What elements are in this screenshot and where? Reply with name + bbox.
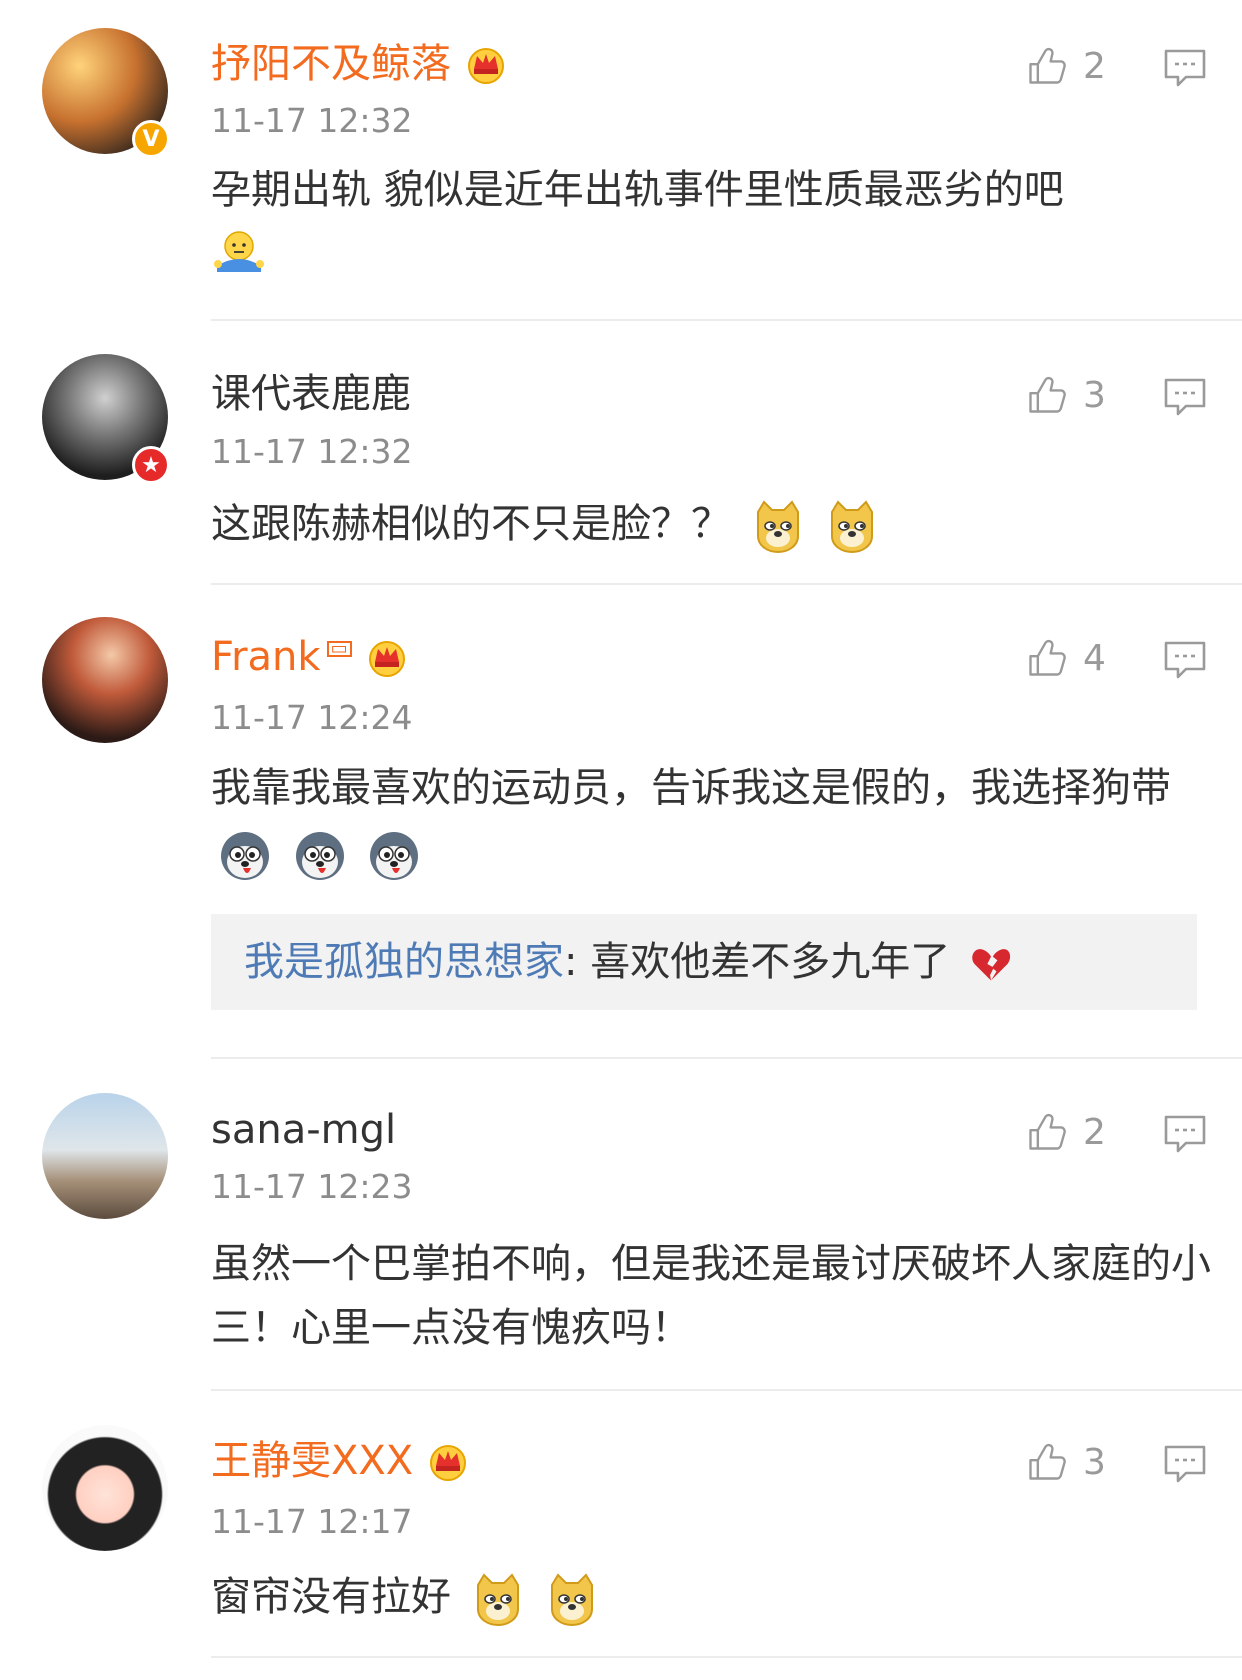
doge-emoji-icon [470, 1571, 526, 1627]
husky-emoji-icon [292, 826, 348, 882]
comment-time: 11-17 12:24 [211, 698, 413, 737]
like-button[interactable]: 3 [1025, 1440, 1106, 1484]
username[interactable]: Frank ▭ [211, 633, 408, 681]
reply-icon[interactable] [1163, 640, 1207, 680]
username[interactable]: 王静雯XXX [211, 1437, 469, 1485]
comment-text: 这跟陈赫相似的不只是脸？？ [211, 492, 1211, 556]
vip-crown-icon [427, 1440, 469, 1482]
comment-text: 窗帘没有拉好 [211, 1565, 1211, 1629]
username[interactable]: sana-mgl [211, 1106, 396, 1154]
like-button[interactable]: 4 [1025, 636, 1106, 680]
avatar[interactable]: V [42, 28, 170, 158]
like-count: 3 [1083, 1441, 1106, 1483]
doge-emoji-icon [544, 1571, 600, 1627]
thumbs-up-icon [1025, 373, 1069, 417]
thumbs-up-icon [1025, 1110, 1069, 1154]
avatar[interactable] [42, 1425, 168, 1551]
husky-emoji-icon [366, 826, 422, 882]
like-button[interactable]: 2 [1025, 1110, 1106, 1154]
doge-emoji-icon [824, 498, 880, 554]
divider [211, 1057, 1242, 1059]
comment-time: 11-17 12:32 [211, 432, 413, 471]
sub-reply[interactable]: 我是孤独的思想家: 喜欢他差不多九年了 [211, 914, 1197, 1010]
like-button[interactable]: 2 [1025, 44, 1106, 88]
reply-text: : 喜欢他差不多九年了 [564, 939, 951, 985]
like-count: 3 [1083, 374, 1106, 416]
divider [211, 1389, 1242, 1391]
verified-badge-icon: V [132, 120, 170, 158]
like-button[interactable]: 3 [1025, 373, 1106, 417]
vip-crown-icon [366, 636, 408, 678]
like-count: 2 [1083, 45, 1106, 87]
husky-emoji-icon [217, 826, 273, 882]
username[interactable]: 抒阳不及鲸落 [211, 40, 507, 88]
divider [211, 583, 1242, 585]
comment-text: 虽然一个巴掌拍不响，但是我还是最讨厌破坏人家庭的小三！心里一点没有愧疚吗！ [211, 1241, 1211, 1351]
vip-crown-icon [465, 43, 507, 85]
reply-icon[interactable] [1163, 1444, 1207, 1484]
reply-icon[interactable] [1163, 377, 1207, 417]
thumbs-up-icon [1025, 636, 1069, 680]
comment-time: 11-17 12:23 [211, 1167, 413, 1206]
avatar[interactable] [42, 617, 168, 743]
comment-text: 孕期出轨 貌似是近年出轨事件里性质最恶劣的吧 [211, 158, 1211, 286]
comment-text: 我靠我最喜欢的运动员，告诉我这是假的，我选择狗带 [211, 756, 1211, 884]
thumbs-up-icon [1025, 44, 1069, 88]
avatar[interactable] [42, 1093, 168, 1219]
comment-time: 11-17 12:17 [211, 1502, 413, 1541]
divider [211, 319, 1242, 321]
member-tag-icon: ▭ [326, 640, 352, 658]
avatar[interactable]: ★ [42, 354, 170, 484]
comment-time: 11-17 12:32 [211, 101, 413, 140]
reply-icon[interactable] [1163, 48, 1207, 88]
divider [211, 1656, 1242, 1658]
broken-heart-icon [969, 942, 1013, 986]
doge-emoji-icon [750, 498, 806, 554]
star-badge-icon: ★ [132, 446, 170, 484]
shrug-emoji-icon [211, 228, 267, 284]
reply-icon[interactable] [1163, 1114, 1207, 1154]
like-count: 2 [1083, 1111, 1106, 1153]
username[interactable]: 课代表鹿鹿 [211, 370, 411, 418]
reply-username[interactable]: 我是孤独的思想家 [244, 939, 564, 985]
like-count: 4 [1083, 637, 1106, 679]
thumbs-up-icon [1025, 1440, 1069, 1484]
